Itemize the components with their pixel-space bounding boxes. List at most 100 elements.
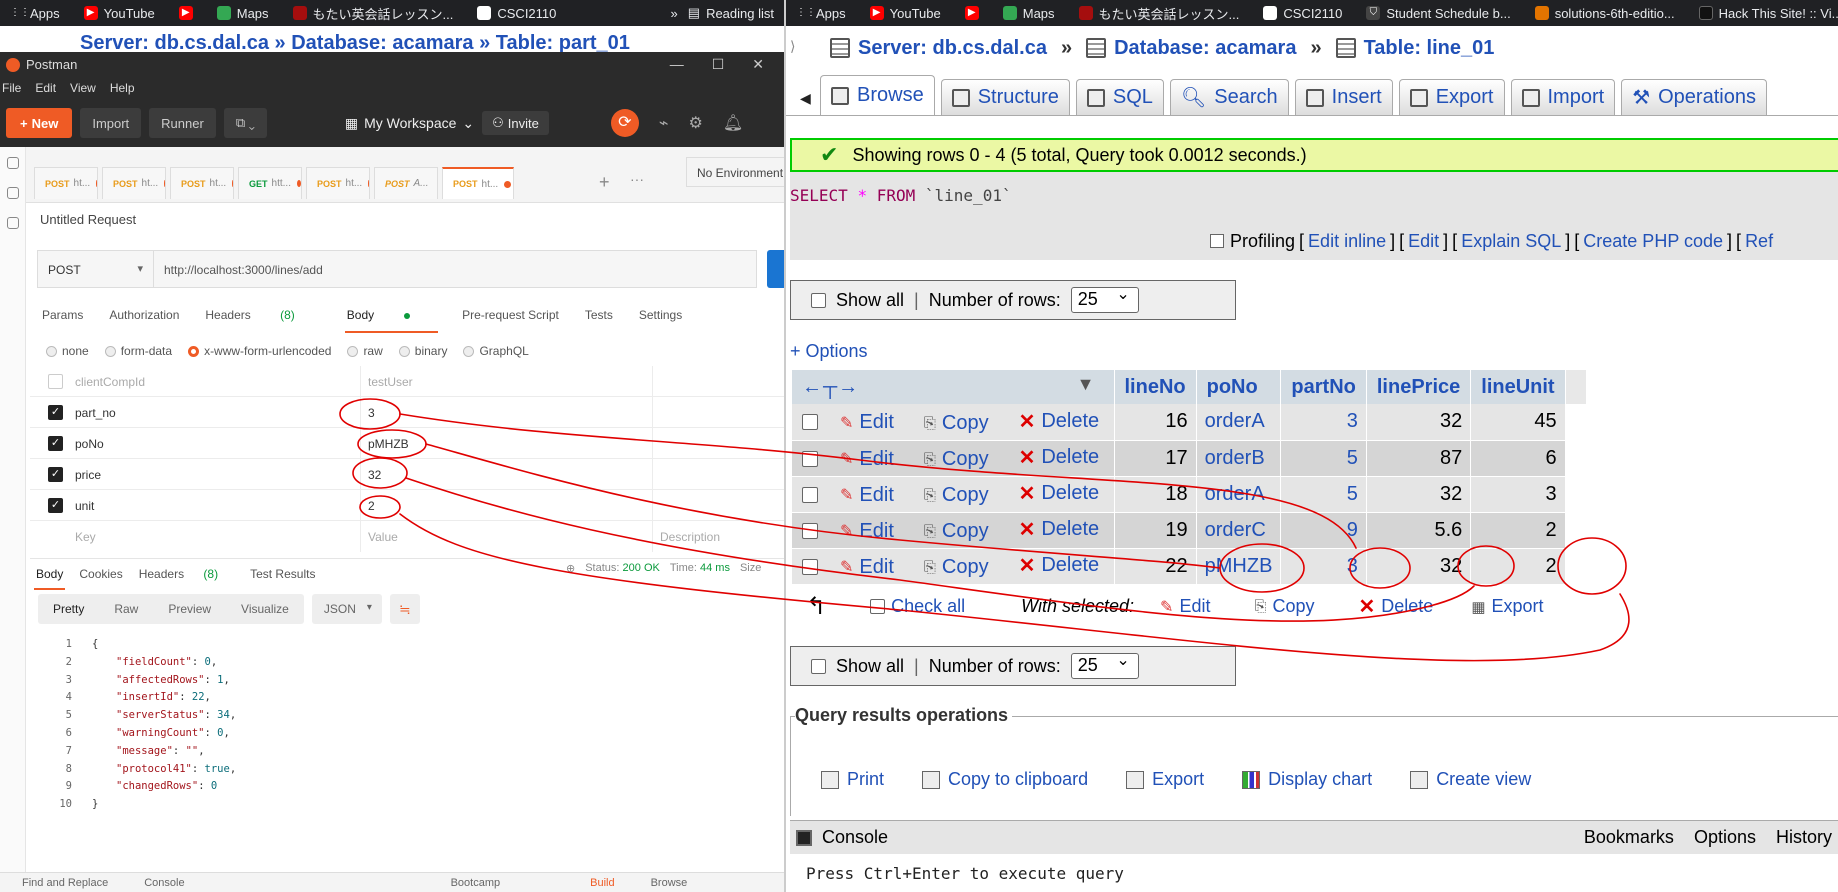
console-options[interactable]: Options: [1694, 827, 1756, 848]
cell-pono[interactable]: orderA: [1196, 404, 1282, 441]
ws-export-button[interactable]: ▦ Export: [1471, 596, 1543, 617]
display-chart-link[interactable]: Display chart: [1242, 769, 1372, 790]
cell-partno[interactable]: 3: [1280, 548, 1367, 585]
tab-browse[interactable]: Browse: [820, 75, 935, 115]
row-checkbox[interactable]: [802, 558, 818, 575]
cell-pono[interactable]: orderB: [1196, 440, 1282, 477]
add-tab-icon[interactable]: +: [599, 172, 610, 193]
tab-structure[interactable]: Structure: [940, 79, 1070, 115]
request-tab-3[interactable]: POST ht...: [170, 167, 234, 199]
bookmark-youtube[interactable]: ▶ YouTube: [869, 6, 941, 21]
col-pono[interactable]: poNo: [1196, 370, 1282, 404]
console-prompt[interactable]: Press Ctrl+Enter to execute query: [806, 864, 1124, 883]
kv-key[interactable]: price: [75, 468, 101, 482]
col-partno[interactable]: partNo: [1280, 370, 1367, 404]
wrap-lines-icon[interactable]: ≒: [389, 594, 420, 624]
kv-value[interactable]: 2: [368, 499, 375, 513]
cell-partno[interactable]: 3: [1280, 404, 1367, 441]
console-bookmarks[interactable]: Bookmarks: [1584, 827, 1674, 848]
history-icon[interactable]: [7, 157, 19, 169]
tab-sql[interactable]: SQL: [1075, 79, 1164, 115]
tab-tests[interactable]: Tests: [585, 308, 613, 322]
row-delete-button[interactable]: ✕ Delete: [1019, 445, 1100, 470]
options-link[interactable]: + Options: [790, 341, 868, 362]
satellite-icon[interactable]: ⌁: [659, 113, 669, 133]
menu-view[interactable]: View: [70, 81, 96, 95]
show-all-checkbox[interactable]: [811, 658, 826, 674]
kv-checkbox[interactable]: ✓: [48, 405, 63, 420]
find-replace-button[interactable]: Find and Replace: [22, 877, 108, 889]
gear-icon[interactable]: ⚙: [689, 113, 703, 133]
row-copy-button[interactable]: ⎘ Copy: [924, 448, 989, 471]
import-button[interactable]: Import: [80, 108, 142, 138]
create-view-link[interactable]: Create view: [1410, 769, 1531, 790]
build-button[interactable]: Build: [590, 877, 614, 889]
kv-key[interactable]: unit: [75, 499, 94, 513]
view-visualize[interactable]: Visualize: [226, 602, 304, 616]
bookmark-maps[interactable]: Maps: [216, 6, 269, 21]
bell-icon[interactable]: 🔔︎: [723, 113, 743, 133]
kv-checkbox[interactable]: ✓: [48, 498, 63, 513]
radio-none[interactable]: none: [46, 344, 89, 358]
refresh-link[interactable]: Ref: [1745, 231, 1773, 252]
breadcrumb-server[interactable]: Server: db.cs.dal.ca: [858, 37, 1047, 60]
tab-settings[interactable]: Settings: [639, 308, 682, 322]
row-delete-button[interactable]: ✕ Delete: [1019, 481, 1100, 506]
cell-lineunit[interactable]: 3: [1470, 476, 1566, 513]
minimize-icon[interactable]: —: [670, 56, 684, 73]
cell-partno[interactable]: 5: [1280, 440, 1367, 477]
resp-tab-test-results[interactable]: Test Results: [250, 567, 315, 581]
cell-lineunit[interactable]: 45: [1470, 404, 1566, 441]
cell-lineunit[interactable]: 6: [1470, 440, 1566, 477]
request-tab-4[interactable]: GET htt...: [238, 167, 302, 199]
workspace-selector[interactable]: ▦ My Workspace ⌄: [345, 115, 474, 132]
environment-selector[interactable]: No Environment: [686, 157, 784, 187]
bookmark-youtube-2[interactable]: ▶: [178, 6, 193, 20]
bookmark-student-schedule[interactable]: ⛉ Student Schedule b...: [1366, 6, 1511, 21]
apis-icon[interactable]: [7, 217, 19, 229]
kv-value[interactable]: 3: [368, 406, 375, 420]
radio-form-data[interactable]: form-data: [104, 344, 172, 358]
sort-triangle-icon[interactable]: ▼: [1077, 374, 1096, 395]
cell-lineprice[interactable]: 32: [1366, 476, 1472, 513]
tab-export[interactable]: Export: [1398, 79, 1505, 115]
format-select[interactable]: JSON: [311, 594, 382, 624]
bookmark-eikaiwa[interactable]: もたい英会話レッスン...: [292, 4, 453, 23]
breadcrumb-table[interactable]: Table: line_01: [1364, 37, 1495, 60]
show-all-checkbox[interactable]: [811, 292, 826, 308]
radio-urlencoded[interactable]: x-www-form-urlencoded: [188, 344, 331, 358]
send-button[interactable]: [767, 250, 784, 288]
kv-description-placeholder[interactable]: Description: [660, 530, 720, 544]
tab-import[interactable]: Import: [1510, 79, 1616, 115]
row-edit-button[interactable]: ✎ Edit: [840, 484, 894, 507]
row-edit-button[interactable]: ✎ Edit: [840, 520, 894, 543]
request-tab-7-active[interactable]: POST ht...: [442, 167, 514, 199]
tab-insert[interactable]: Insert: [1294, 79, 1393, 115]
row-edit-button[interactable]: ✎ Edit: [840, 556, 894, 579]
runner-button[interactable]: Runner: [149, 108, 216, 138]
cell-lineno[interactable]: 18: [1114, 476, 1197, 513]
tab-params[interactable]: Params: [42, 308, 83, 322]
bookmark-solutions[interactable]: solutions-6th-editio...: [1534, 6, 1675, 21]
bookmark-csci[interactable]: ◎ CSCI2110: [1263, 6, 1342, 21]
row-checkbox[interactable]: [802, 450, 818, 467]
cell-partno[interactable]: 9: [1280, 512, 1367, 549]
new-button[interactable]: + New: [6, 108, 73, 138]
bookmark-apps[interactable]: ⋮⋮ Apps: [796, 6, 846, 21]
ws-copy-button[interactable]: ⎘ Copy: [1254, 596, 1314, 617]
num-rows-select[interactable]: 25: [1070, 650, 1139, 679]
menu-edit[interactable]: Edit: [35, 81, 56, 95]
kv-value[interactable]: 32: [368, 468, 381, 482]
cell-lineno[interactable]: 22: [1114, 548, 1197, 585]
copy-to-clipboard-link[interactable]: Copy to clipboard: [922, 769, 1088, 790]
bookmark-youtube-2[interactable]: ▶: [964, 6, 979, 20]
sync-icon[interactable]: ⟳: [610, 109, 639, 137]
close-icon[interactable]: ✕: [752, 56, 764, 73]
edit-link[interactable]: Edit: [1408, 231, 1439, 252]
tab-headers[interactable]: Headers (8): [205, 308, 320, 322]
row-copy-button[interactable]: ⎘ Copy: [924, 520, 989, 543]
kv-value-placeholder[interactable]: Value: [368, 530, 398, 544]
tab-search[interactable]: 🔍︎ Search: [1169, 79, 1289, 115]
cell-lineno[interactable]: 19: [1114, 512, 1197, 549]
console-history[interactable]: History: [1776, 827, 1832, 848]
